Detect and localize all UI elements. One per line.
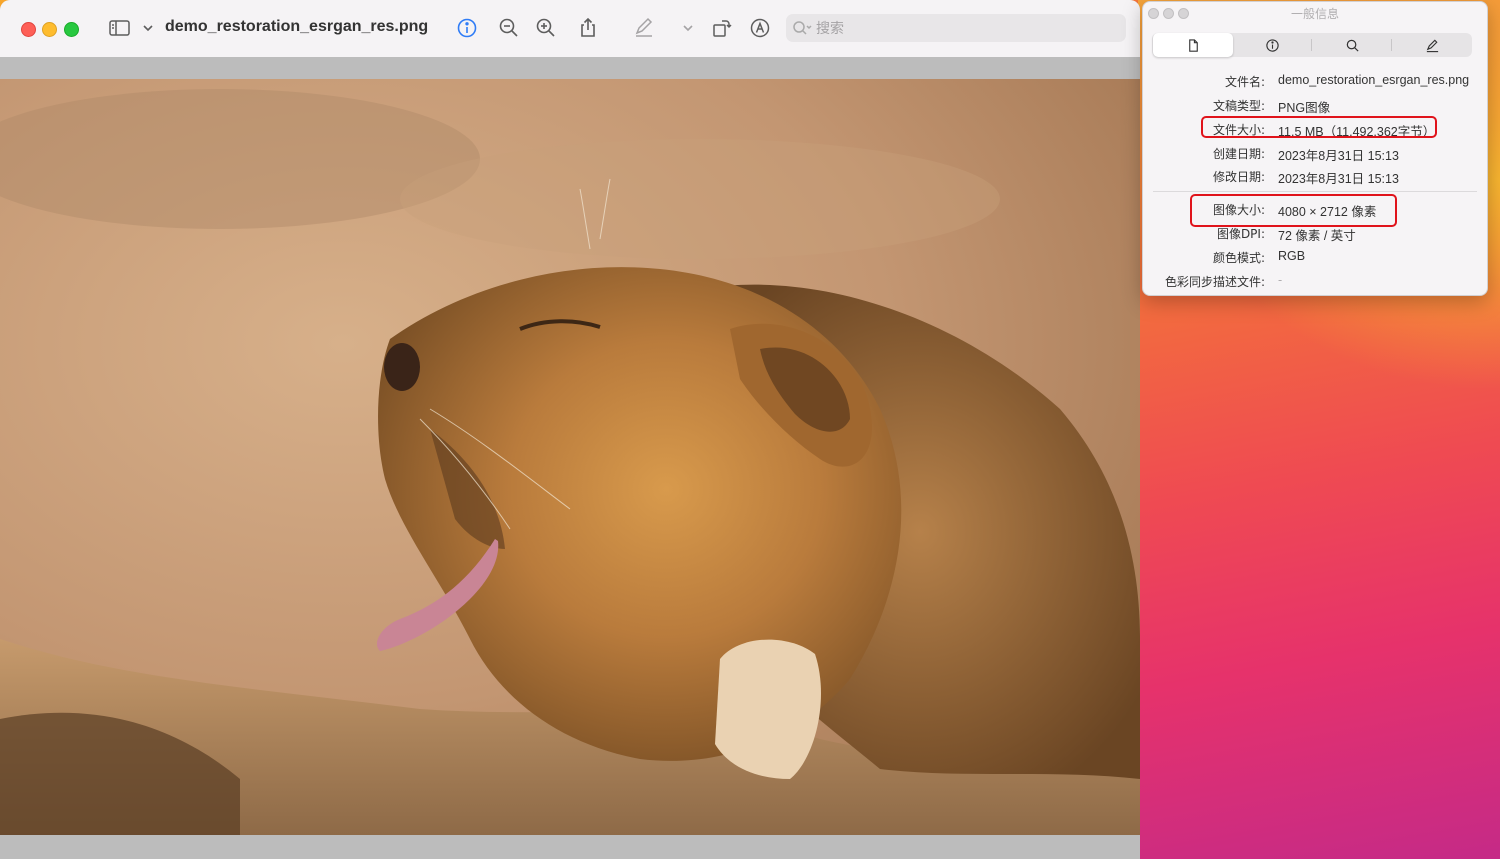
modified-label: 修改日期: bbox=[1212, 170, 1265, 184]
kind-value: PNG图像 bbox=[1278, 101, 1331, 115]
search-icon bbox=[1346, 39, 1359, 52]
canvas-margin-bottom bbox=[0, 835, 1140, 859]
filename-label: 文件名: bbox=[1224, 75, 1265, 89]
share-icon[interactable] bbox=[576, 16, 600, 40]
zoom-in-icon[interactable] bbox=[534, 16, 558, 40]
minimize-button[interactable] bbox=[42, 22, 57, 37]
zoom-out-icon[interactable] bbox=[497, 16, 521, 40]
row-colorprofile: 色彩同步描述文件: - bbox=[1143, 273, 1487, 293]
chevron-down-icon[interactable] bbox=[676, 16, 693, 40]
dpi-label: 图像DPI: bbox=[1216, 227, 1265, 241]
search-icon bbox=[792, 19, 814, 37]
toolbar: demo_restoration_esrgan_res.png bbox=[0, 0, 1140, 58]
row-modified: 修改日期: 2023年8月31日 15:13 bbox=[1143, 168, 1487, 188]
preview-window: demo_restoration_esrgan_res.png bbox=[0, 0, 1140, 859]
colorprofile-value: - bbox=[1278, 273, 1283, 287]
lion-photo bbox=[0, 79, 1140, 835]
document-title: demo_restoration_esrgan_res.png bbox=[165, 18, 429, 35]
close-button[interactable] bbox=[21, 22, 36, 37]
row-kind: 文稿类型: PNG图像 bbox=[1143, 97, 1487, 117]
filesize-highlight-box bbox=[1201, 116, 1437, 138]
sidebar-icon[interactable] bbox=[108, 16, 132, 40]
modified-value: 2023年8月31日 15:13 bbox=[1278, 172, 1399, 186]
colorprofile-label: 色彩同步描述文件: bbox=[1164, 275, 1265, 289]
kind-label: 文稿类型: bbox=[1212, 99, 1265, 113]
zoom-window-button[interactable] bbox=[64, 22, 79, 37]
created-label: 创建日期: bbox=[1212, 147, 1265, 161]
info-panel: 一般信息 文件名: demo_restoration_esrgan_res.pn… bbox=[1142, 1, 1488, 296]
markup-pen-icon[interactable] bbox=[632, 16, 656, 40]
tab-annotate[interactable] bbox=[1392, 33, 1472, 57]
dimensions-highlight-box bbox=[1190, 194, 1397, 227]
canvas-margin-top bbox=[0, 57, 1140, 79]
search-input[interactable] bbox=[814, 18, 1118, 40]
info-icon bbox=[1265, 38, 1279, 52]
info-icon[interactable] bbox=[455, 16, 479, 40]
row-filename: 文件名: demo_restoration_esrgan_res.png bbox=[1143, 73, 1487, 93]
created-value: 2023年8月31日 15:13 bbox=[1278, 149, 1399, 163]
pen-icon bbox=[1426, 39, 1438, 52]
section-divider bbox=[1153, 191, 1477, 192]
filename-value: demo_restoration_esrgan_res.png bbox=[1278, 73, 1470, 87]
search-box[interactable] bbox=[786, 14, 1126, 42]
colormodel-label: 颜色模式: bbox=[1212, 251, 1265, 265]
tab-info[interactable] bbox=[1232, 33, 1312, 57]
panel-title: 一般信息 bbox=[1290, 7, 1339, 21]
tab-file[interactable] bbox=[1153, 33, 1233, 57]
row-created: 创建日期: 2023年8月31日 15:13 bbox=[1143, 145, 1487, 165]
inspector-tabs bbox=[1152, 33, 1472, 57]
chevron-down-icon[interactable] bbox=[136, 16, 153, 40]
dpi-value: 72 像素 / 英寸 bbox=[1278, 229, 1356, 243]
markup-circle-icon[interactable] bbox=[748, 16, 772, 40]
tab-search[interactable] bbox=[1312, 33, 1392, 57]
rotate-icon[interactable] bbox=[710, 16, 734, 40]
file-icon bbox=[1188, 38, 1198, 52]
colormodel-value: RGB bbox=[1278, 249, 1306, 263]
row-dpi: 图像DPI: 72 像素 / 英寸 bbox=[1143, 225, 1487, 245]
row-colormodel: 颜色模式: RGB bbox=[1143, 249, 1487, 269]
